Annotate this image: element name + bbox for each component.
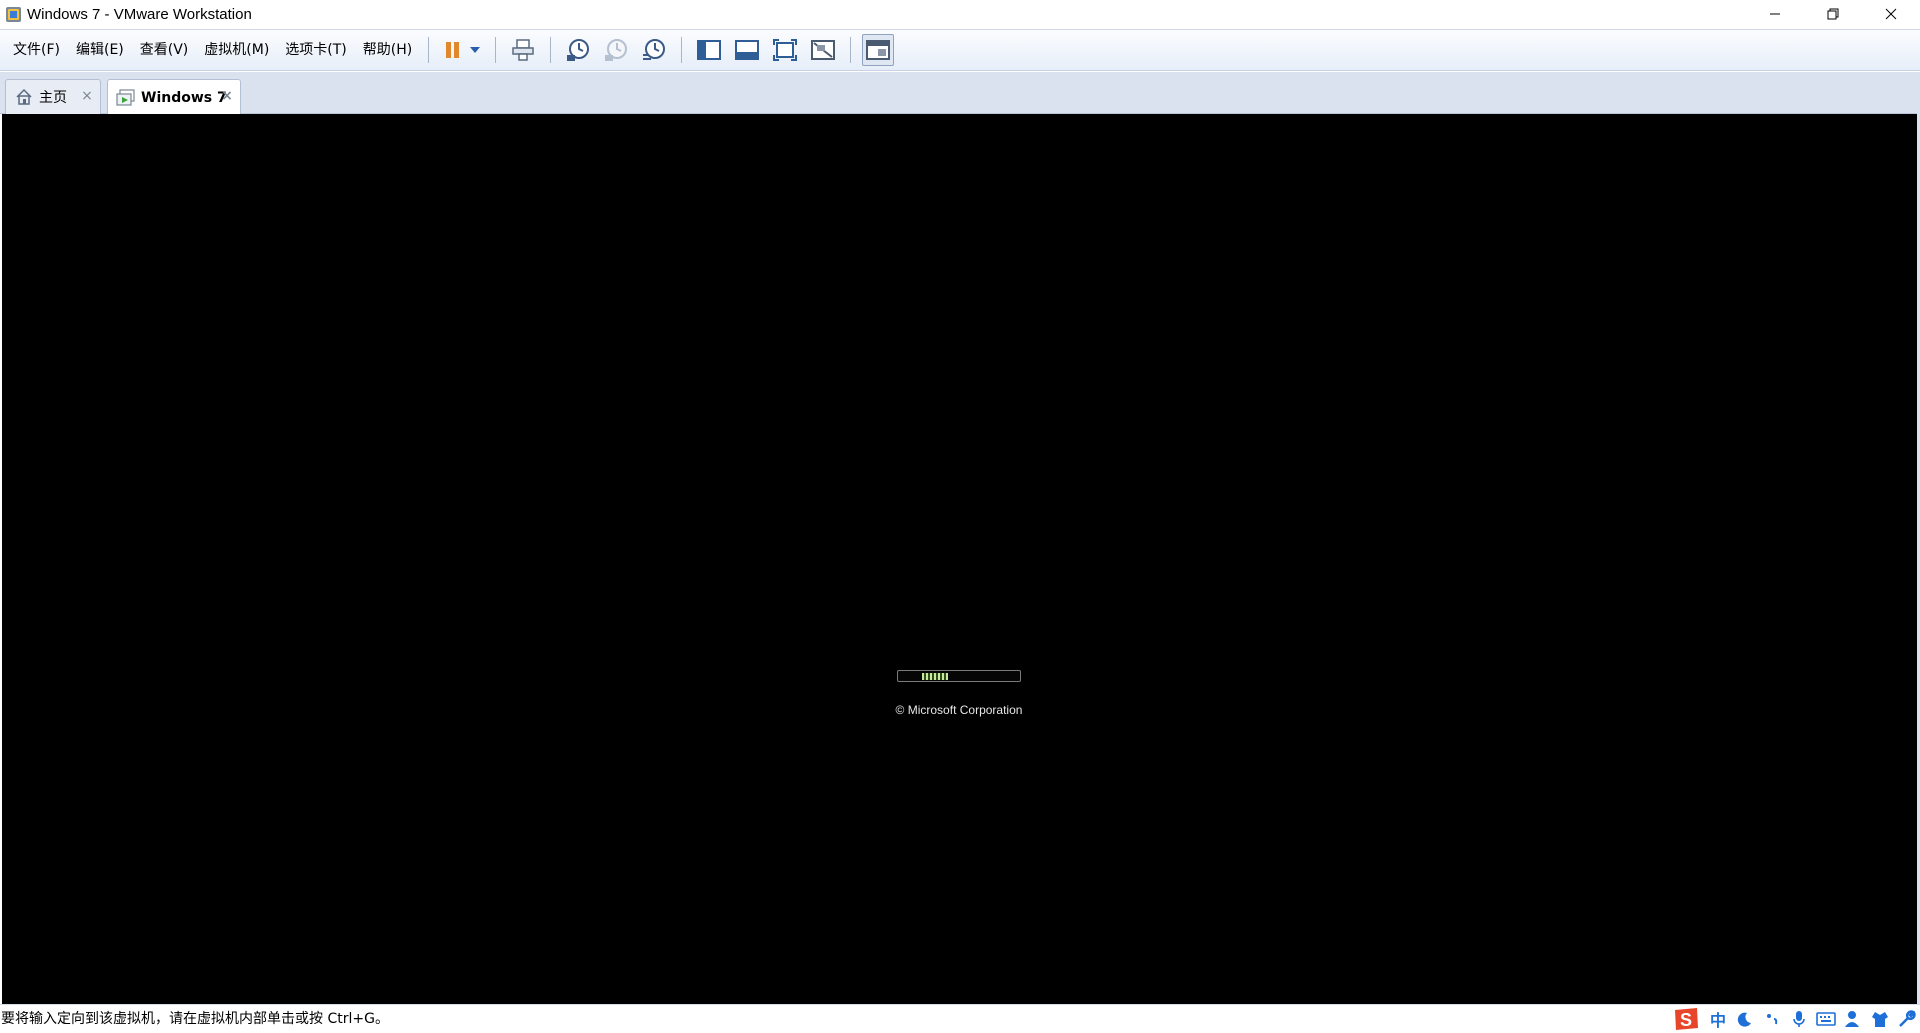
restore-icon bbox=[1827, 8, 1839, 20]
tab-home-label: 主页 bbox=[39, 90, 67, 106]
send-ctrl-alt-del-button[interactable] bbox=[507, 34, 539, 66]
show-library-icon bbox=[697, 40, 722, 60]
tab-windows7[interactable]: Windows 7 × bbox=[107, 79, 241, 115]
vm-console[interactable]: © Microsoft Corporation bbox=[2, 114, 1917, 1004]
minimize-button[interactable] bbox=[1746, 0, 1804, 28]
vm-icon bbox=[116, 88, 136, 108]
ime-tools-wrench-icon[interactable] bbox=[1896, 1008, 1918, 1030]
menu-file[interactable]: 文件(F) bbox=[5, 35, 68, 65]
tab-home-close-icon[interactable]: × bbox=[81, 89, 93, 103]
console-view-icon bbox=[866, 40, 891, 60]
tab-bar: 主页 × Windows 7 × bbox=[0, 72, 1920, 115]
snapshot-take-icon bbox=[567, 39, 590, 61]
pause-icon bbox=[446, 42, 460, 58]
tab-windows7-label: Windows 7 bbox=[141, 89, 227, 106]
menu-vm[interactable]: 虚拟机(M) bbox=[196, 35, 277, 65]
show-library-button[interactable] bbox=[693, 34, 725, 66]
menu-edit[interactable]: 编辑(E) bbox=[68, 35, 132, 65]
menu-help[interactable]: 帮助(H) bbox=[355, 35, 420, 65]
boot-copyright-text: © Microsoft Corporation bbox=[895, 703, 1023, 717]
ime-keyboard-icon[interactable] bbox=[1815, 1008, 1837, 1030]
pause-button[interactable] bbox=[440, 34, 466, 66]
power-dropdown-button[interactable] bbox=[466, 34, 484, 66]
send-ctrl-alt-del-icon bbox=[512, 39, 534, 61]
menu-toolbar: 文件(F) 编辑(E) 查看(V) 虚拟机(M) 选项卡(T) 帮助(H) bbox=[0, 29, 1920, 71]
ime-half-width-moon-icon[interactable] bbox=[1734, 1008, 1756, 1030]
toolbar-separator bbox=[550, 37, 552, 63]
unity-icon bbox=[811, 40, 836, 60]
ime-skin-icon[interactable] bbox=[1869, 1008, 1891, 1030]
console-view-button[interactable] bbox=[862, 34, 895, 66]
snapshot-manager-icon bbox=[643, 39, 666, 60]
toolbar-separator bbox=[681, 37, 683, 63]
ime-microphone-icon[interactable] bbox=[1788, 1008, 1810, 1030]
boot-progress-bar bbox=[897, 670, 1021, 682]
title-bar: Windows 7 - VMware Workstation bbox=[0, 0, 1920, 28]
show-thumbnail-bar-icon bbox=[735, 40, 760, 60]
fullscreen-icon bbox=[773, 39, 798, 61]
toolbar-separator bbox=[428, 37, 430, 63]
ime-punctuation-icon[interactable] bbox=[1761, 1008, 1783, 1030]
snapshot-revert-icon bbox=[605, 39, 628, 61]
minimize-icon bbox=[1770, 13, 1780, 15]
snapshot-take-button[interactable] bbox=[562, 34, 594, 66]
snapshot-revert-button[interactable] bbox=[600, 34, 632, 66]
ime-chinese-mode[interactable]: 中 bbox=[1707, 1008, 1729, 1030]
ime-toolbar: S 中 bbox=[1670, 1005, 1918, 1033]
show-thumbnail-bar-button[interactable] bbox=[731, 34, 763, 66]
tab-home[interactable]: 主页 × bbox=[5, 79, 101, 114]
menu-view[interactable]: 查看(V) bbox=[132, 35, 197, 65]
fullscreen-button[interactable] bbox=[769, 34, 801, 66]
menu-tabs[interactable]: 选项卡(T) bbox=[277, 35, 354, 65]
toolbar-separator bbox=[850, 37, 852, 63]
boot-progress-indicator bbox=[922, 673, 948, 680]
home-icon bbox=[14, 87, 34, 107]
window-controls bbox=[1746, 0, 1920, 28]
unity-button[interactable] bbox=[807, 34, 839, 66]
ime-user-icon[interactable] bbox=[1842, 1008, 1864, 1030]
status-message: 要将输入定向到该虚拟机，请在虚拟机内部单击或按 Ctrl+G。 bbox=[1, 1010, 389, 1027]
restore-button[interactable] bbox=[1804, 0, 1862, 28]
window-title: Windows 7 - VMware Workstation bbox=[27, 5, 252, 23]
snapshot-manager-button[interactable] bbox=[638, 34, 670, 66]
tab-windows7-close-icon[interactable]: × bbox=[221, 89, 233, 103]
status-bar: 要将输入定向到该虚拟机，请在虚拟机内部单击或按 Ctrl+G。 S 中 bbox=[0, 1004, 1920, 1030]
dropdown-arrow-icon bbox=[470, 47, 481, 53]
svg-text:S: S bbox=[1680, 1010, 1692, 1030]
close-icon bbox=[1885, 8, 1897, 20]
close-button[interactable] bbox=[1862, 0, 1920, 28]
toolbar-separator bbox=[495, 37, 497, 63]
sogou-ime-logo-icon[interactable]: S bbox=[1670, 1005, 1702, 1033]
vmware-app-icon bbox=[5, 6, 22, 23]
